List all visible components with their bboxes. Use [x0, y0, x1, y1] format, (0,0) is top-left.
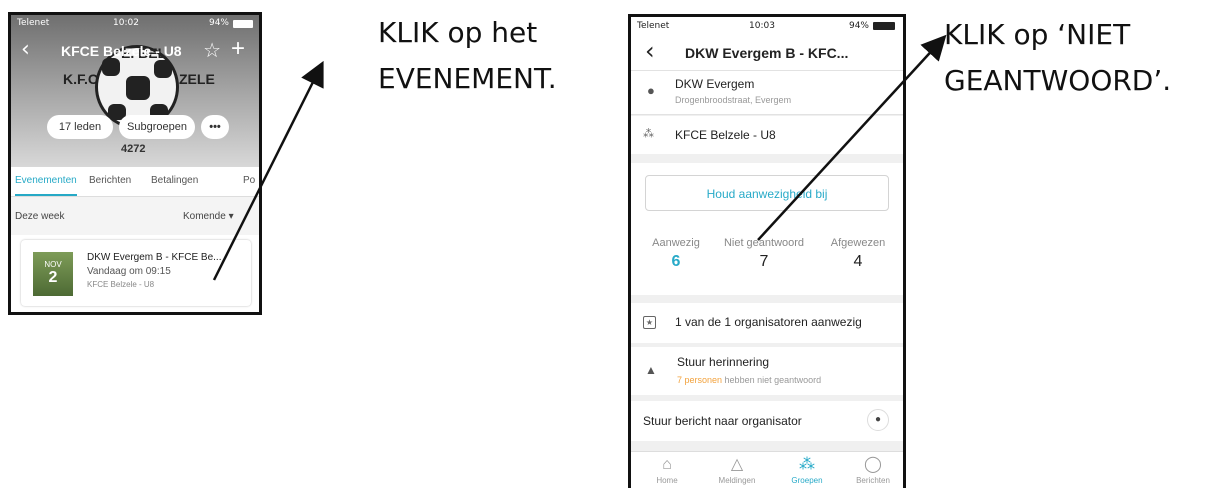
arrow-to-not-answered: [757, 34, 947, 241]
arrow-to-event: [212, 60, 324, 281]
annotation-arrows: [212, 34, 947, 281]
